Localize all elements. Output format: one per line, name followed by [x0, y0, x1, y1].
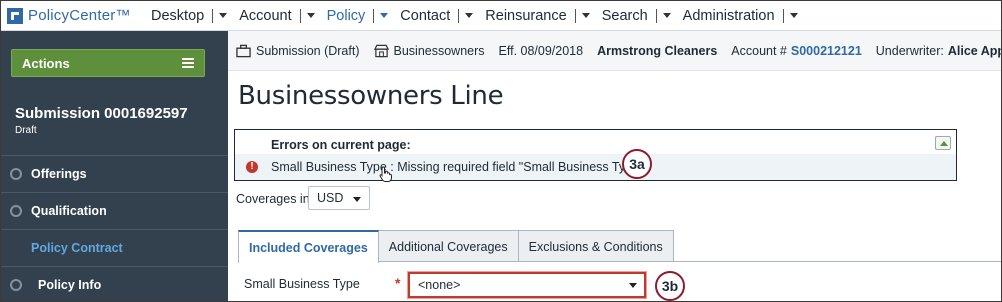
nav-label: Account: [239, 7, 292, 24]
nav-search[interactable]: Search: [600, 1, 681, 31]
nav-separator: [655, 8, 657, 23]
account-number-group: Account # S000212121: [731, 44, 862, 58]
small-business-type-label: Small Business Type: [244, 277, 360, 291]
nav-account[interactable]: Account: [237, 1, 324, 31]
workflow-steps: Offerings Qualification Policy Contract …: [1, 155, 228, 301]
nav-label: Contact: [400, 7, 451, 24]
chevron-down-icon[interactable]: [219, 13, 228, 18]
nav-label: Administration: [682, 7, 775, 24]
account-name: Armstrong Cleaners: [597, 43, 718, 58]
required-indicator: *: [395, 275, 401, 291]
app-name: PolicyCenter™: [28, 7, 131, 24]
collapse-up-icon[interactable]: [935, 136, 951, 150]
briefcase-icon: [236, 44, 251, 57]
chevron-down-icon[interactable]: [465, 13, 474, 18]
underwriter-label: Underwriter:: [875, 43, 944, 58]
hand-cursor-icon: [379, 166, 392, 182]
nav-desktop[interactable]: Desktop: [149, 1, 237, 31]
error-alert-icon: !: [246, 161, 258, 173]
underwriter-group: Underwriter: Alice Applegate: [875, 43, 1001, 58]
app-logo[interactable]: PolicyCenter™: [1, 7, 149, 24]
small-business-type-value: <none>: [418, 278, 461, 292]
chevron-down-icon[interactable]: [581, 13, 590, 18]
chevron-down-icon[interactable]: [662, 13, 671, 18]
tab-additional-coverages[interactable]: Additional Coverages: [377, 230, 519, 262]
product-label: Businessowners: [393, 43, 485, 58]
sidebar: Actions Submission 0001692597 Draft Offe…: [1, 31, 228, 301]
nav-label: Desktop: [151, 7, 205, 24]
chevron-down-icon[interactable]: [789, 13, 798, 18]
step-marker-icon: [10, 205, 22, 217]
nav-separator: [212, 8, 214, 23]
menu-list-icon: [182, 58, 194, 68]
guidewire-logo-icon: [7, 7, 23, 24]
policy-info-bar: Submission (Draft) Businessowners Eff. 0…: [228, 31, 1001, 71]
actions-label: Actions: [22, 55, 70, 71]
step-label: Policy Info: [38, 278, 102, 292]
error-panel: Errors on current page: Small Business T…: [234, 129, 957, 181]
nav-policy[interactable]: Policy: [325, 1, 399, 31]
nav-administration[interactable]: Administration: [681, 1, 808, 31]
top-navigation: PolicyCenter™ Desktop Account Policy Con…: [1, 1, 1001, 31]
product-info: Businessowners: [373, 43, 485, 58]
nav-contact[interactable]: Contact: [398, 1, 483, 31]
nav-separator: [574, 8, 576, 23]
currency-value: USD: [317, 191, 344, 205]
callout-3a: 3a: [622, 149, 652, 179]
storefront-icon: [373, 44, 389, 57]
error-message-row[interactable]: Small Business Type : Missing required f…: [235, 154, 956, 180]
step-policy-contract[interactable]: Policy Contract: [1, 229, 228, 266]
underwriter-name: Alice Applegate: [947, 43, 1001, 58]
step-label: Offerings: [31, 167, 87, 181]
small-business-type-select[interactable]: <none>: [407, 271, 647, 299]
job-label: Submission (Draft): [256, 43, 360, 58]
chevron-down-icon: [353, 197, 361, 202]
nav-label: Search: [601, 7, 648, 24]
step-label: Qualification: [31, 204, 107, 218]
chevron-down-icon[interactable]: [380, 13, 389, 18]
step-marker-icon: [10, 168, 22, 180]
nav-separator: [299, 8, 301, 23]
submission-status: Draft: [15, 125, 37, 136]
step-marker-icon: [10, 279, 22, 291]
actions-button[interactable]: Actions: [11, 49, 205, 77]
nav-separator: [458, 8, 460, 23]
nav-label: Reinsurance: [485, 7, 567, 24]
effective-date: Eff. 08/09/2018: [498, 43, 584, 58]
nav-separator: [782, 8, 784, 23]
tab-included-coverages[interactable]: Included Coverages: [238, 230, 379, 263]
currency-select[interactable]: USD: [308, 186, 370, 210]
account-number-label: Account #: [731, 43, 787, 58]
submission-title: Submission 0001692597: [15, 105, 188, 122]
app-frame: PolicyCenter™ Desktop Account Policy Con…: [0, 0, 1002, 302]
step-policy-info[interactable]: Policy Info: [1, 266, 228, 301]
callout-3b: 3b: [655, 271, 685, 301]
chevron-down-icon: [629, 283, 637, 288]
step-label: Policy Contract: [31, 241, 123, 255]
tab-exclusions-conditions[interactable]: Exclusions & Conditions: [517, 230, 674, 262]
chevron-down-icon[interactable]: [306, 13, 315, 18]
step-offerings[interactable]: Offerings: [1, 155, 228, 192]
nav-separator: [373, 8, 375, 23]
job-info: Submission (Draft): [236, 44, 360, 58]
step-qualification[interactable]: Qualification: [1, 192, 228, 229]
coverages-in-label: Coverages in: [236, 192, 310, 206]
nav-reinsurance[interactable]: Reinsurance: [483, 1, 599, 31]
page-title: Businessowners Line: [238, 81, 504, 111]
nav-label: Policy: [326, 7, 366, 24]
error-heading: Errors on current page:: [271, 138, 411, 152]
error-message[interactable]: Small Business Type : Missing required f…: [271, 160, 643, 174]
account-number-link[interactable]: S000212121: [791, 44, 862, 58]
coverage-tabs: Included Coverages Additional Coverages …: [238, 230, 674, 263]
